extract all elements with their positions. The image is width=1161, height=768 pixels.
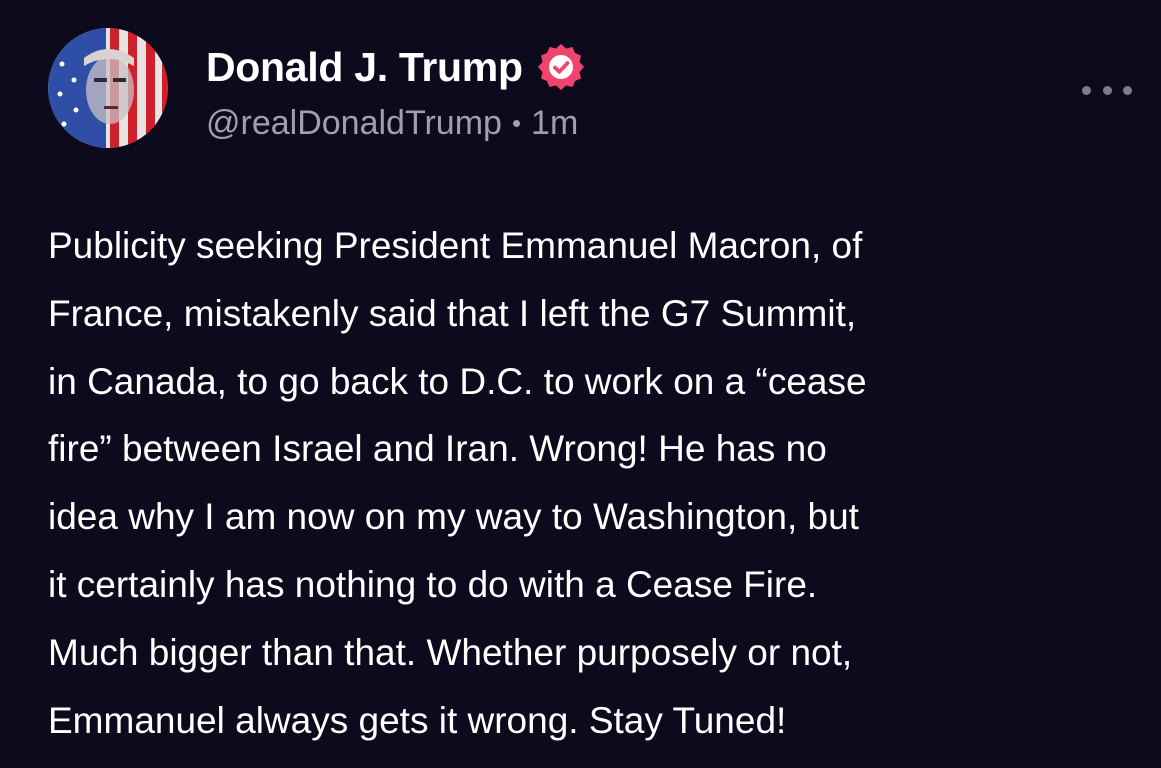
more-dot: [1123, 85, 1132, 95]
more-dot: [1102, 85, 1112, 95]
post-card: Donald J. Trump @realDonaldTrump • 1m Pu…: [0, 0, 1161, 768]
post-body-line: Publicity seeking President Emmanuel Mac…: [48, 225, 863, 266]
post-body-line: France, mistakenly said that I left the …: [48, 292, 857, 334]
verified-badge-icon: [535, 41, 587, 93]
post-body-line: Much bigger than that. Whether purposely…: [48, 631, 853, 673]
post-body-line: idea why I am now on my way to Washingto…: [48, 496, 859, 538]
more-dot: [1082, 85, 1091, 95]
author-display-name[interactable]: Donald J. Trump: [206, 44, 523, 91]
author-name-row: Donald J. Trump: [206, 42, 587, 92]
post-body-line: it certainly has nothing to do with a Ce…: [48, 563, 818, 605]
post-body-line: Emmanuel always gets it wrong. Stay Tune…: [48, 699, 787, 741]
post-timestamp[interactable]: 1m: [531, 104, 578, 143]
post-body-line: fire” between Israel and Iran. Wrong! He…: [48, 428, 827, 470]
more-options-icon[interactable]: [1082, 76, 1132, 104]
post-body: Publicity seeking President Emmanuel Mac…: [48, 212, 1138, 754]
post-body-line: in Canada, to go back to D.C. to work on…: [48, 360, 867, 402]
author-handle[interactable]: @realDonaldTrump: [206, 104, 502, 143]
author-avatar[interactable]: [48, 28, 168, 148]
meta-separator: •: [511, 108, 522, 138]
post-meta-row: @realDonaldTrump • 1m: [206, 104, 578, 143]
